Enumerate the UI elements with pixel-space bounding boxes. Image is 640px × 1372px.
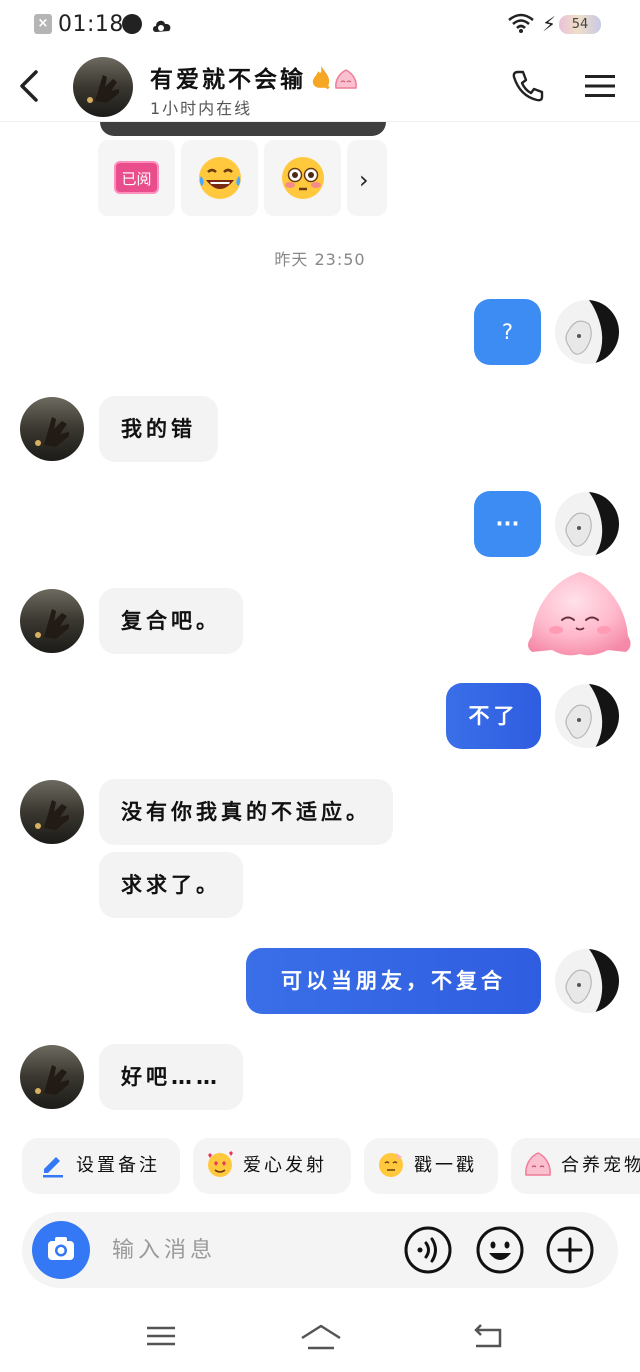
pet-chip[interactable]: 合养宠物 xyxy=(511,1138,640,1194)
contact-name: 有爱就不会输 4 xyxy=(150,60,358,94)
charging-icon: ⚡ xyxy=(542,12,557,36)
reaction-laugh-button[interactable] xyxy=(181,140,258,216)
emoji-icon[interactable] xyxy=(475,1225,525,1275)
compass-icon xyxy=(122,14,142,34)
phone-call-icon[interactable] xyxy=(510,68,546,104)
message-bubble-out[interactable]: ? xyxy=(474,299,541,365)
peach-icon xyxy=(335,69,357,89)
read-tag: 已阅 xyxy=(114,161,159,194)
camera-icon xyxy=(48,1237,74,1260)
status-bar: × 01:18 ⚡ 54 xyxy=(0,0,640,50)
menu-icon[interactable] xyxy=(584,72,616,100)
tears-of-joy-icon xyxy=(199,157,241,199)
chevron-right-icon: › xyxy=(359,166,369,194)
peach-pet-sticker[interactable] xyxy=(522,566,638,660)
my-avatar[interactable] xyxy=(555,949,619,1013)
previous-media-message[interactable] xyxy=(100,122,386,136)
system-nav-bar xyxy=(0,1300,640,1372)
poke-chip[interactable]: 戳一戳 xyxy=(364,1138,498,1194)
contact-avatar-small[interactable] xyxy=(20,1045,84,1109)
set-remark-chip[interactable]: 设置备注 xyxy=(22,1138,180,1194)
notification-close-icon: × xyxy=(34,14,52,34)
love-launch-chip[interactable]: 爱心发射 xyxy=(193,1138,351,1194)
message-bubble-in[interactable]: 我的错 xyxy=(99,396,218,462)
message-bubble-out[interactable]: 不了 xyxy=(446,683,541,749)
cloud-icon xyxy=(153,20,171,32)
reaction-more-button[interactable]: › xyxy=(347,140,387,216)
contact-avatar-small[interactable] xyxy=(20,780,84,844)
contact-avatar-small[interactable] xyxy=(20,397,84,461)
message-bubble-out[interactable]: 可以当朋友，不复合 xyxy=(246,948,541,1014)
flushed-face-icon xyxy=(282,157,324,199)
contact-avatar-small[interactable] xyxy=(20,589,84,653)
reaction-read-button[interactable]: 已阅 xyxy=(98,140,175,216)
battery-indicator: 54 xyxy=(559,15,601,34)
heart-face-icon xyxy=(208,1151,233,1177)
message-bubble-in[interactable]: 复合吧。 xyxy=(99,588,243,654)
wifi-icon xyxy=(508,13,534,33)
back-icon[interactable] xyxy=(14,66,46,106)
status-time: 01:18 xyxy=(58,12,124,37)
message-bubble-in[interactable]: 求求了。 xyxy=(99,852,243,918)
svg-text:4: 4 xyxy=(323,81,332,91)
plus-icon[interactable] xyxy=(545,1225,595,1275)
recent-apps-icon[interactable] xyxy=(141,1318,181,1354)
home-icon[interactable] xyxy=(298,1318,344,1354)
message-bubble-in[interactable]: 没有你我真的不适应。 xyxy=(99,779,393,845)
flame-streak-icon: 4 xyxy=(312,66,332,91)
online-status: 1小时内在线 xyxy=(150,99,253,118)
message-bubble-out[interactable]: ··· xyxy=(474,491,541,557)
message-input[interactable] xyxy=(112,1230,392,1270)
reaction-flushed-button[interactable] xyxy=(264,140,341,216)
message-bubble-in[interactable]: 好吧…… xyxy=(99,1044,243,1110)
my-avatar[interactable] xyxy=(555,300,619,364)
chat-header: 有爱就不会输 4 1小时内在线 xyxy=(0,50,640,122)
my-avatar[interactable] xyxy=(555,492,619,556)
message-timestamp: 昨天 23:50 xyxy=(274,250,366,269)
contact-avatar[interactable] xyxy=(73,57,133,117)
camera-button[interactable] xyxy=(32,1221,90,1279)
poke-face-icon xyxy=(379,1153,403,1177)
edit-icon xyxy=(43,1157,63,1178)
peach-pet-icon xyxy=(525,1152,551,1176)
back-nav-icon[interactable] xyxy=(468,1318,508,1354)
voice-icon[interactable] xyxy=(403,1225,453,1275)
message-input-bar xyxy=(22,1212,618,1288)
my-avatar[interactable] xyxy=(555,684,619,748)
quick-actions-bar: 设置备注 爱心发射 戳一戳 合养宠物 xyxy=(0,1136,640,1196)
